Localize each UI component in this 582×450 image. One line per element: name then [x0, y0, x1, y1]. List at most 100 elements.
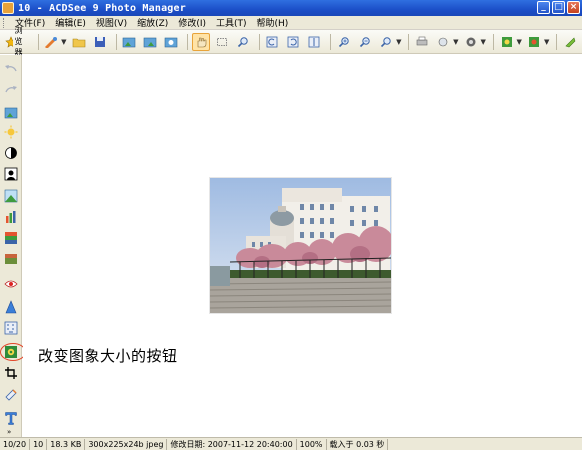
- flip-icon: [309, 36, 320, 47]
- zoom-mode-button[interactable]: [377, 33, 395, 51]
- status-dimensions: 300x225x24b jpeg: [85, 438, 168, 450]
- image-info-button[interactable]: [3, 106, 19, 120]
- plugins-button[interactable]: [561, 33, 579, 51]
- status-zoom[interactable]: 100%: [297, 438, 327, 450]
- lighting-icon: [4, 189, 18, 203]
- color-balance-button[interactable]: [3, 210, 19, 224]
- status-bar: 10/20 10 18.3 KB 300x225x24b jpeg 修改日期: …: [0, 437, 582, 450]
- rating-button[interactable]: [462, 33, 480, 51]
- full-screen-button[interactable]: [498, 33, 516, 51]
- hand-tool-button[interactable]: [191, 32, 210, 51]
- edit-dropdown[interactable]: ▼: [61, 38, 66, 46]
- text-button[interactable]: [3, 411, 19, 425]
- edit-tool-rail: »: [0, 55, 22, 437]
- save-button[interactable]: [91, 33, 109, 51]
- slideshow-dropdown[interactable]: ▼: [544, 38, 549, 46]
- rotate-right-button[interactable]: [284, 33, 302, 51]
- menu-bar: 文件(F) 编辑(E) 视图(V) 缩放(Z) 修改(I) 工具(T) 帮助(H…: [0, 16, 582, 30]
- maximize-button[interactable]: □: [552, 1, 565, 14]
- redo-icon: [5, 86, 17, 93]
- zoom-tool-button[interactable]: [234, 33, 252, 51]
- menu-zoom[interactable]: 缩放(Z): [132, 16, 173, 29]
- menu-tools[interactable]: 工具(T): [211, 16, 252, 29]
- edit-icon: [45, 36, 58, 48]
- red-eye-icon: [4, 280, 18, 288]
- browser-button[interactable]: 浏览器: [4, 26, 31, 57]
- prev-image-button[interactable]: [120, 33, 138, 51]
- toolbar-separator: [556, 33, 557, 50]
- crop-icon: [5, 367, 17, 379]
- slideshow-button[interactable]: [525, 33, 543, 51]
- lighting-button[interactable]: [3, 189, 19, 203]
- toolbar-separator: [37, 33, 39, 50]
- zoom-dropdown-icon: [381, 36, 391, 47]
- status-index: 10: [30, 438, 48, 450]
- curves-icon: [4, 167, 18, 181]
- adjust-button[interactable]: [3, 252, 19, 266]
- redo-button[interactable]: [3, 82, 19, 96]
- close-button[interactable]: ×: [567, 1, 580, 14]
- minimize-button[interactable]: _: [537, 1, 550, 14]
- hand-icon: [197, 37, 207, 47]
- menu-modify[interactable]: 修改(I): [173, 16, 211, 29]
- sharpen-icon: [5, 300, 17, 314]
- displayed-photo: [209, 177, 392, 314]
- menu-grip[interactable]: [3, 17, 6, 28]
- rating-dropdown[interactable]: ▼: [481, 38, 486, 46]
- zoom-icon: [237, 36, 248, 47]
- next-image-button[interactable]: [141, 33, 159, 51]
- flip-button[interactable]: [305, 33, 323, 51]
- rotate-icon: [5, 389, 17, 401]
- menu-view[interactable]: 视图(V): [91, 16, 132, 29]
- rotate-left-icon: [267, 36, 278, 47]
- slideshow-icon: [528, 36, 539, 47]
- undo-button[interactable]: [3, 61, 19, 75]
- email-button[interactable]: [434, 33, 452, 51]
- toolbar-separator: [408, 33, 410, 50]
- toolbar-separator: [187, 33, 188, 50]
- rotate-button[interactable]: [3, 387, 19, 401]
- app-icon: [2, 2, 14, 14]
- red-eye-button[interactable]: [3, 277, 19, 291]
- zoom-in-button[interactable]: [335, 33, 353, 51]
- menu-help[interactable]: 帮助(H): [252, 16, 294, 29]
- toolbar-separator: [330, 33, 332, 50]
- levels-button[interactable]: [3, 146, 19, 160]
- sharpen-button[interactable]: [3, 300, 19, 314]
- next-image-icon: [143, 37, 157, 47]
- auto-advance-icon: [164, 37, 178, 47]
- histogram-button[interactable]: [3, 231, 19, 245]
- text-icon: [5, 412, 17, 425]
- print-icon: [416, 36, 428, 45]
- title-bar: 10 - ACDSee 9 Photo Manager _ □ ×: [0, 0, 582, 16]
- open-button[interactable]: [70, 33, 88, 51]
- select-icon: [216, 37, 227, 46]
- browser-icon: [5, 35, 13, 48]
- email-dropdown[interactable]: ▼: [453, 38, 458, 46]
- building-photo: [210, 178, 391, 313]
- print-button[interactable]: [413, 33, 431, 51]
- image-viewer[interactable]: 改变图象大小的按钮: [23, 55, 582, 437]
- zoom-out-button[interactable]: [356, 33, 374, 51]
- curves-button[interactable]: [3, 167, 19, 181]
- adjust-icon: [5, 254, 17, 264]
- select-tool-button[interactable]: [213, 33, 231, 51]
- full-screen-icon: [501, 36, 512, 47]
- crop-button[interactable]: [3, 366, 19, 380]
- edit-button[interactable]: [42, 33, 60, 51]
- zoom-out-icon: [360, 36, 370, 47]
- status-modified: 修改日期: 2007-11-12 20:40:00: [167, 438, 297, 450]
- rotate-left-button[interactable]: [263, 33, 281, 51]
- zoom-dropdown[interactable]: ▼: [396, 38, 401, 46]
- noise-button[interactable]: [3, 321, 19, 335]
- window-controls: _ □ ×: [537, 1, 580, 14]
- status-position: 10/20: [0, 438, 31, 450]
- histogram-icon: [5, 232, 17, 244]
- exposure-button[interactable]: [3, 125, 19, 139]
- rail-overflow-chevron[interactable]: »: [7, 428, 11, 436]
- main-toolbar: 浏览器 ▼ ▼ ▼ ▼ ▼ ▼: [0, 26, 582, 57]
- menu-edit[interactable]: 编辑(E): [50, 16, 91, 29]
- window-title: 10 - ACDSee 9 Photo Manager: [18, 2, 186, 14]
- auto-advance-button[interactable]: [162, 33, 180, 51]
- full-screen-dropdown[interactable]: ▼: [517, 38, 522, 46]
